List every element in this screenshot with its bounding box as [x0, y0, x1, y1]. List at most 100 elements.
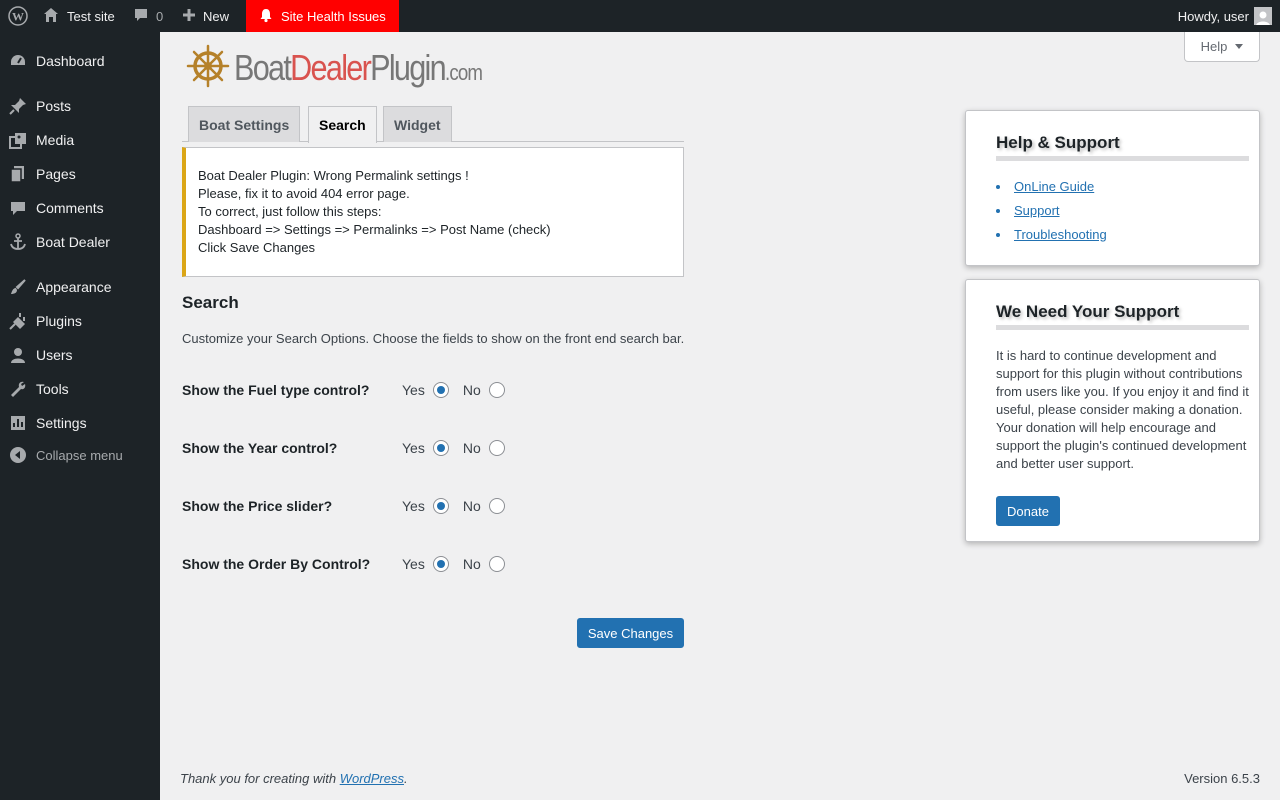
sidebar-item-label: Pages: [36, 166, 76, 182]
ship-wheel-icon: [186, 44, 230, 91]
year-yes-radio[interactable]: [432, 440, 449, 456]
sidebar-item-comments[interactable]: Comments: [0, 191, 160, 225]
svg-text:W: W: [12, 10, 24, 24]
my-account-link[interactable]: Howdy, user: [1178, 0, 1272, 32]
sidebar-item-label: Boat Dealer: [36, 234, 110, 250]
site-name-label: Test site: [67, 8, 115, 24]
option-label: Show the Fuel type control?: [182, 382, 370, 398]
troubleshooting-link[interactable]: Troubleshooting: [996, 223, 1107, 247]
help-tab-button[interactable]: Help: [1184, 32, 1260, 62]
sidebar-item-media[interactable]: Media: [0, 123, 160, 157]
boat-dealer-logo: BoatDealerPlugin.com: [186, 44, 526, 91]
sidebar-item-label: Tools: [36, 381, 69, 397]
bell-icon: [258, 7, 274, 26]
sidebar-item-dashboard[interactable]: Dashboard: [0, 44, 160, 78]
collapse-menu-button[interactable]: Collapse menu: [0, 438, 160, 472]
site-health-label: Site Health Issues: [281, 8, 386, 24]
tab-boat-settings[interactable]: Boat Settings: [188, 106, 301, 142]
yes-label: Yes: [402, 498, 425, 514]
comments-link[interactable]: 0: [133, 0, 163, 32]
divider: [996, 156, 1249, 161]
sidebar-item-label: Comments: [36, 200, 104, 216]
sidebar-item-label: Dashboard: [36, 53, 105, 69]
option-year: Show the Year control? Yes No: [182, 438, 682, 458]
logo-text-boat: Boat: [234, 46, 292, 88]
online-guide-link[interactable]: OnLine Guide: [996, 175, 1107, 199]
sidebar-item-label: Settings: [36, 415, 87, 431]
sidebar-item-label: Appearance: [36, 279, 112, 295]
anchor-icon: [0, 225, 36, 259]
sidebar-item-label: Media: [36, 132, 75, 148]
no-label: No: [462, 556, 481, 572]
caret-down-icon: [1235, 44, 1244, 49]
new-label: New: [203, 8, 230, 24]
user-icon: [0, 338, 36, 372]
dashboard-icon: [0, 44, 36, 78]
notice-line: Please, fix it to avoid 404 error page.: [198, 186, 410, 201]
option-fuel-type: Show the Fuel type control? Yes No: [182, 380, 682, 400]
admin-sidebar: Dashboard Posts Media Pages Comments Boa…: [0, 32, 160, 800]
site-health-link[interactable]: Site Health Issues: [246, 0, 399, 32]
notice-line: To correct, just follow this steps:: [198, 204, 382, 219]
order-by-no-radio[interactable]: [488, 556, 505, 572]
logo-text: BoatDealerPlugin.com: [234, 46, 483, 89]
sidebar-item-appearance[interactable]: Appearance: [0, 270, 160, 304]
help-support-box: Help & Support OnLine Guide Support Trou…: [965, 110, 1260, 266]
sidebar-item-pages[interactable]: Pages: [0, 157, 160, 191]
wordpress-logo-icon[interactable]: W: [0, 0, 35, 32]
main-content: Help BoatDealerPlugin.com Boat Settings …: [160, 32, 1280, 800]
option-label: Show the Price slider?: [182, 498, 333, 514]
search-section-description: Customize your Search Options. Choose th…: [182, 331, 685, 346]
site-name-link[interactable]: Test site: [42, 0, 115, 32]
sidebar-item-users[interactable]: Users: [0, 338, 160, 372]
permalink-warning-notice: Boat Dealer Plugin: Wrong Permalink sett…: [182, 147, 684, 277]
home-icon: [42, 6, 60, 27]
notice-line: Boat Dealer Plugin: Wrong Permalink sett…: [198, 168, 469, 183]
footer-version: Version 6.5.3: [1184, 771, 1260, 786]
logo-text-dotcom: .com: [444, 59, 483, 85]
logo-text-dealer: Dealer: [290, 46, 372, 88]
option-order-by: Show the Order By Control? Yes No: [182, 554, 682, 574]
new-content-link[interactable]: New: [182, 0, 229, 32]
wrench-icon: [0, 372, 36, 406]
media-icon: [0, 123, 36, 157]
comment-icon: [0, 191, 36, 225]
donate-button[interactable]: Donate: [996, 496, 1060, 526]
tab-widget[interactable]: Widget: [383, 106, 452, 142]
sidebar-item-plugins[interactable]: Plugins: [0, 304, 160, 338]
howdy-label: Howdy, user: [1177, 8, 1249, 24]
notice-line: Click Save Changes: [198, 240, 316, 255]
sidebar-item-tools[interactable]: Tools: [0, 372, 160, 406]
avatar: [1254, 7, 1272, 25]
comment-icon: [133, 7, 149, 26]
wordpress-link[interactable]: WordPress: [340, 771, 404, 786]
no-label: No: [462, 382, 481, 398]
option-price-slider: Show the Price slider? Yes No: [182, 496, 682, 516]
save-changes-button[interactable]: Save Changes: [577, 618, 684, 648]
fuel-type-no-radio[interactable]: [488, 382, 505, 398]
footer-thanks-prefix: Thank you for creating with: [180, 771, 340, 786]
price-slider-no-radio[interactable]: [488, 498, 505, 514]
collapse-icon: [0, 438, 36, 472]
sidebar-item-settings[interactable]: Settings: [0, 406, 160, 440]
sidebar-item-posts[interactable]: Posts: [0, 89, 160, 123]
settings-icon: [0, 406, 36, 440]
notice-line: Dashboard => Settings => Permalinks => P…: [198, 222, 551, 237]
sidebar-item-label: Posts: [36, 98, 72, 114]
tab-search[interactable]: Search: [308, 106, 377, 143]
price-slider-yes-radio[interactable]: [432, 498, 449, 514]
order-by-yes-radio[interactable]: [432, 556, 449, 572]
sidebar-item-label: Plugins: [36, 313, 82, 329]
year-no-radio[interactable]: [488, 440, 505, 456]
donation-support-box: We Need Your Support It is hard to conti…: [965, 279, 1260, 542]
sidebar-item-label: Users: [36, 347, 73, 363]
comments-count: 0: [156, 8, 164, 24]
donation-box-text: It is hard to continue development and s…: [996, 348, 1249, 471]
plugin-icon: [0, 304, 36, 338]
divider: [996, 325, 1249, 330]
support-link[interactable]: Support: [996, 199, 1107, 223]
sidebar-item-boat-dealer[interactable]: Boat Dealer: [0, 225, 160, 259]
fuel-type-yes-radio[interactable]: [432, 382, 449, 398]
donation-box-title: We Need Your Support: [996, 302, 1180, 321]
yes-label: Yes: [402, 440, 425, 456]
